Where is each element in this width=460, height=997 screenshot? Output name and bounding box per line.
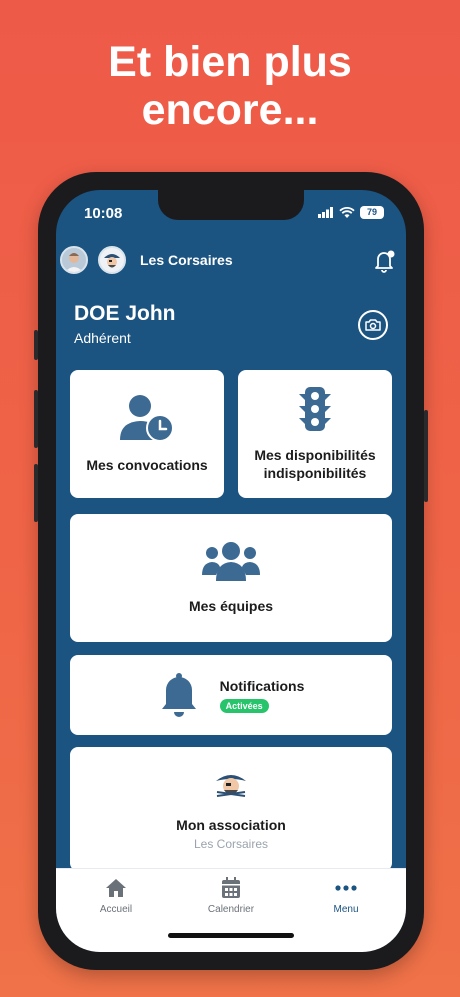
bell-icon <box>161 673 196 717</box>
club-name[interactable]: Les Corsaires <box>140 252 233 268</box>
change-photo-button[interactable] <box>358 310 388 340</box>
battery-icon: 79 <box>360 206 384 219</box>
tab-accueil-label: Accueil <box>99 904 133 915</box>
user-clock-icon <box>120 395 174 442</box>
home-icon <box>106 879 126 897</box>
profile-name: DOE John <box>74 302 176 325</box>
disponibilites-label: Mes disponibilités indisponibilités <box>254 446 375 482</box>
mute-switch <box>34 330 38 360</box>
pirate-logo-icon <box>104 254 120 268</box>
status-bar: 10:08 79 <box>56 204 406 226</box>
status-time: 10:08 <box>84 205 123 222</box>
volume-up-button <box>34 390 38 448</box>
app-screen: 10:08 79 Les Corsaires DOE John Adhérent… <box>56 190 406 952</box>
tab-calendrier[interactable]: Calendrier <box>186 877 276 915</box>
notifications-status-badge: Activées <box>219 699 269 713</box>
signal-icon <box>318 207 333 218</box>
person-photo-icon <box>62 248 86 272</box>
more-dots-icon <box>335 885 357 891</box>
disponibilites-label-line-2: indisponibilités <box>263 465 367 481</box>
headline-line-1: Et bien plus <box>108 38 352 86</box>
association-club-name: Les Corsaires <box>193 836 269 851</box>
home-indicator[interactable] <box>168 933 294 938</box>
disponibilites-label-line-1: Mes disponibilités <box>254 447 376 463</box>
top-bar: Les Corsaires <box>56 242 406 278</box>
club-pirate-logo-icon <box>216 774 246 797</box>
traffic-light-icon <box>299 387 331 431</box>
equipes-card[interactable]: Mes équipes <box>70 514 392 642</box>
phone-frame: 10:08 79 Les Corsaires DOE John Adhérent… <box>34 172 428 970</box>
profile-role: Adhérent <box>74 330 131 346</box>
notifications-label: Notifications <box>219 678 305 694</box>
calendar-icon <box>222 877 240 898</box>
notifications-card[interactable]: Notifications Activées <box>70 655 392 735</box>
disponibilites-card[interactable]: Mes disponibilités indisponibilités <box>238 370 392 498</box>
convocations-card[interactable]: Mes convocations <box>70 370 224 498</box>
user-avatar[interactable] <box>60 246 88 274</box>
promo-headline: Et bien plus encore... <box>0 38 460 134</box>
tab-menu-label: Menu <box>333 904 359 915</box>
users-group-icon <box>202 542 260 581</box>
association-card[interactable]: Mon association Les Corsaires <box>70 747 392 871</box>
notifications-bell-button[interactable] <box>370 246 398 274</box>
bottom-tab-bar: Accueil Calendrier Menu <box>56 868 406 952</box>
headline-line-2: encore... <box>141 86 319 134</box>
power-button <box>424 410 428 502</box>
association-label: Mon association <box>176 816 286 833</box>
club-avatar[interactable] <box>98 246 126 274</box>
bell-icon <box>375 250 395 273</box>
tab-menu[interactable]: Menu <box>301 877 391 915</box>
convocations-label: Mes convocations <box>86 457 208 473</box>
wifi-icon <box>339 206 355 218</box>
tab-calendrier-label: Calendrier <box>207 904 255 915</box>
volume-down-button <box>34 464 38 522</box>
camera-icon <box>365 319 381 331</box>
equipes-label: Mes équipes <box>188 598 274 614</box>
tab-accueil[interactable]: Accueil <box>71 877 161 915</box>
